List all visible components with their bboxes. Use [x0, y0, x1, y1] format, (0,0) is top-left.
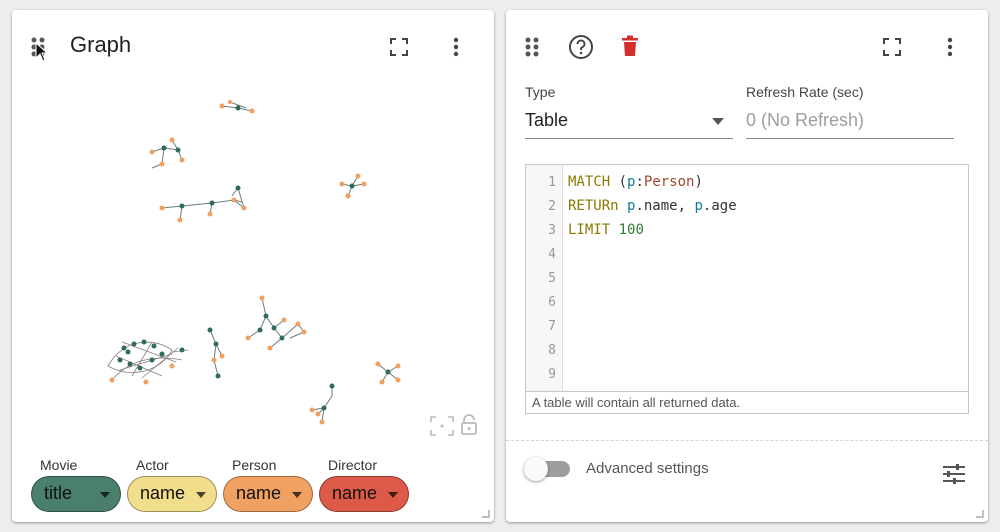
- fullscreen-icon[interactable]: [883, 38, 901, 56]
- chip-property: title: [44, 483, 73, 503]
- resize-corner-icon[interactable]: [482, 510, 490, 518]
- type-label: Type: [525, 84, 556, 100]
- more-vert-icon[interactable]: [452, 36, 460, 58]
- code-line-3: LIMIT 100: [568, 222, 644, 238]
- chip-property: name: [236, 483, 282, 503]
- chip-property: name: [140, 483, 186, 503]
- chevron-down-icon: [388, 492, 398, 498]
- drag-handle-icon[interactable]: [524, 36, 540, 58]
- code-token-punct: :: [635, 174, 644, 190]
- legend-chip-director[interactable]: name: [319, 476, 409, 512]
- legend-label-director: Director: [328, 457, 378, 473]
- chevron-down-icon: [292, 492, 302, 498]
- legend-chip-movie[interactable]: title: [31, 476, 121, 512]
- help-icon[interactable]: [568, 34, 594, 60]
- advanced-settings-label: Advanced settings: [586, 460, 709, 477]
- card-title: Graph: [70, 32, 132, 57]
- line-number: 7: [548, 319, 556, 334]
- editor-helper-text: A table will contain all returned data.: [526, 391, 968, 413]
- code-token-variable: p: [694, 198, 703, 214]
- chip-property: name: [332, 483, 378, 503]
- chevron-down-icon: [712, 118, 724, 125]
- resize-corner-icon[interactable]: [976, 510, 984, 518]
- refresh-rate-underline: [746, 138, 954, 139]
- line-number: 4: [548, 247, 556, 262]
- chevron-down-icon: [100, 492, 110, 498]
- legend-chip-actor[interactable]: name: [127, 476, 217, 512]
- code-token-property: .age: [702, 198, 737, 214]
- line-number: 1: [548, 175, 556, 190]
- unlock-icon[interactable]: [460, 414, 478, 436]
- type-select-value: Table: [525, 110, 569, 130]
- toggle-thumb: [524, 457, 548, 481]
- legend-label-person: Person: [232, 457, 277, 473]
- code-token-keyword: RETURn: [568, 198, 619, 214]
- type-select-underline: [525, 138, 733, 139]
- code-token-punct: ): [694, 174, 703, 190]
- code-line-1: MATCH (p:Person): [568, 174, 703, 190]
- chevron-down-icon: [196, 492, 206, 498]
- settings-card: Type Table Refresh Rate (sec) 0 (No Refr…: [506, 10, 988, 522]
- line-number: 6: [548, 295, 556, 310]
- code-token-number: 100: [618, 222, 644, 238]
- code-line-2: RETURn p.name, p.age: [568, 198, 737, 214]
- line-number: 8: [548, 343, 556, 358]
- graph-card: Graph Movie Actor Person Director title …: [12, 10, 494, 522]
- line-number: 2: [548, 199, 556, 214]
- code-token-label: Person: [643, 174, 695, 190]
- code-token-keyword: LIMIT: [568, 222, 611, 238]
- code-token-property: .name,: [635, 198, 695, 214]
- line-number: 3: [548, 223, 556, 238]
- refresh-rate-label: Refresh Rate (sec): [746, 84, 864, 100]
- legend-chip-person[interactable]: name: [223, 476, 313, 512]
- line-number: 5: [548, 271, 556, 286]
- line-number-gutter: 1 2 3 4 5 6 7 8 9: [526, 165, 563, 391]
- fullscreen-icon[interactable]: [390, 38, 408, 56]
- graph-visualization[interactable]: [12, 80, 494, 450]
- fit-graph-icon[interactable]: [430, 416, 454, 436]
- code-token-punct: (: [610, 174, 628, 190]
- delete-icon[interactable]: [621, 35, 639, 57]
- tune-icon[interactable]: [942, 463, 966, 485]
- cursor-pointer-icon: [35, 42, 49, 62]
- query-editor[interactable]: 1 2 3 4 5 6 7 8 9 MATCH (p:Person) RETUR…: [525, 164, 969, 414]
- legend-label-movie: Movie: [40, 457, 78, 473]
- code-token-keyword: MATCH: [568, 174, 611, 190]
- divider: [506, 440, 988, 441]
- more-vert-icon[interactable]: [946, 36, 954, 58]
- legend-label-actor: Actor: [136, 457, 169, 473]
- refresh-rate-placeholder: 0 (No Refresh): [746, 110, 865, 130]
- line-number: 9: [548, 367, 556, 382]
